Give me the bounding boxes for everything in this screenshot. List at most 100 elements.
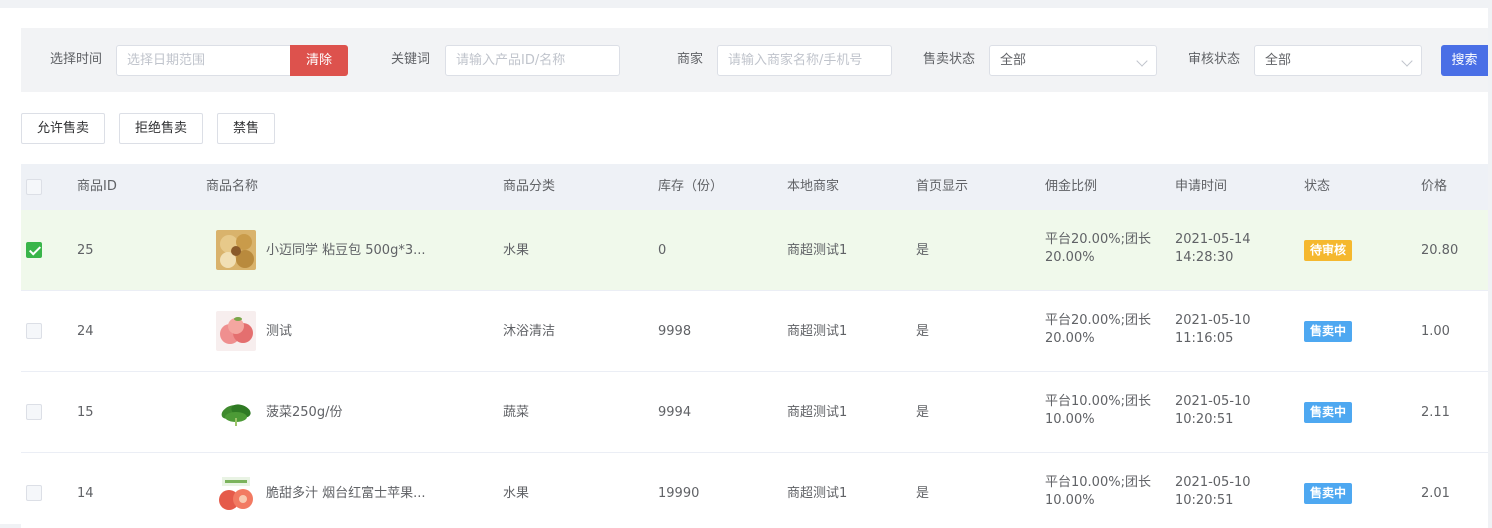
row-checkbox[interactable] <box>26 323 42 339</box>
product-merchant: 商超测试1 <box>787 405 848 420</box>
time-label: 选择时间 <box>50 52 103 67</box>
filter-bar: 选择时间 选择日期范围 清除 关键词 请输入产品ID/名称 商家 请输入商家名称… <box>21 28 1488 92</box>
product-name[interactable]: 测试 <box>266 291 292 372</box>
sale-status-select[interactable]: 全部 <box>989 45 1157 76</box>
col-name: 商品名称 <box>206 179 259 194</box>
commission-line-1: 平台20.00%;团长 <box>1045 313 1151 328</box>
apply-time: 10:20:51 <box>1175 493 1234 508</box>
product-id: 25 <box>77 243 94 258</box>
product-merchant: 商超测试1 <box>787 243 848 258</box>
product-price: 20.80 <box>1421 243 1459 258</box>
commission-line-1: 平台10.00%;团长 <box>1045 475 1151 490</box>
product-price: 1.00 <box>1421 324 1450 339</box>
product-apply-time: 2021-05-10 10:20:51 <box>1175 474 1251 510</box>
product-apply-time: 2021-05-10 11:16:05 <box>1175 312 1251 348</box>
product-name[interactable]: 小迈同学 粘豆包 500g*3... <box>266 210 426 291</box>
apply-date: 2021-05-10 <box>1175 475 1251 490</box>
status-badge: 售卖中 <box>1304 483 1353 504</box>
audit-status-label: 审核状态 <box>1188 52 1241 67</box>
table-header: 商品ID 商品名称 商品分类 库存（份） 本地商家 首页显示 佣金比例 申请时间… <box>21 164 1488 210</box>
table-row[interactable]: 14 脆甜多汁 烟台红富士苹果... 水果 19990 商超测试1 是 平台10… <box>21 453 1488 528</box>
col-merchant: 本地商家 <box>787 179 840 194</box>
content-panel: 选择时间 选择日期范围 清除 关键词 请输入产品ID/名称 商家 请输入商家名称… <box>0 8 1488 528</box>
date-range-input[interactable]: 选择日期范围 <box>116 45 291 76</box>
status-badge: 售卖中 <box>1304 402 1353 423</box>
commission-line-2: 10.00% <box>1045 412 1095 427</box>
product-category: 沐浴清洁 <box>503 324 556 339</box>
product-commission: 平台20.00%;团长 20.00% <box>1045 231 1151 267</box>
apply-time: 10:20:51 <box>1175 412 1234 427</box>
apple-box-icon <box>216 473 256 513</box>
peach-icon <box>216 311 256 351</box>
sale-status-value: 全部 <box>1000 53 1027 68</box>
col-category: 商品分类 <box>503 179 556 194</box>
product-price: 2.01 <box>1421 486 1450 501</box>
table-row[interactable]: 25 小迈同学 粘豆包 500g*3... 水果 0 商超测试1 是 平台20.… <box>21 210 1488 291</box>
col-price: 价格 <box>1421 179 1448 194</box>
commission-line-2: 20.00% <box>1045 331 1095 346</box>
row-checkbox[interactable] <box>26 485 42 501</box>
product-id: 14 <box>77 486 94 501</box>
col-commission: 佣金比例 <box>1045 179 1098 194</box>
keyword-input[interactable]: 请输入产品ID/名称 <box>445 45 620 76</box>
col-stock: 库存（份） <box>658 179 724 194</box>
product-apply-time: 2021-05-10 10:20:51 <box>1175 393 1251 429</box>
commission-line-1: 平台20.00%;团长 <box>1045 232 1151 247</box>
product-commission: 平台10.00%;团长 10.00% <box>1045 393 1151 429</box>
status-badge: 待审核 <box>1304 240 1353 261</box>
chevron-down-icon <box>1401 55 1413 67</box>
product-id: 15 <box>77 405 94 420</box>
apply-time: 14:28:30 <box>1175 250 1234 265</box>
table-row[interactable]: 24 测试 沐浴清洁 9998 商超测试1 是 平台20.00%;团长 20.0… <box>21 291 1488 372</box>
product-category: 水果 <box>503 486 530 501</box>
product-home: 是 <box>916 324 930 339</box>
product-category: 水果 <box>503 243 530 258</box>
commission-line-2: 20.00% <box>1045 250 1095 265</box>
select-all-checkbox[interactable] <box>26 179 42 195</box>
product-name[interactable]: 脆甜多汁 烟台红富士苹果... <box>266 453 426 528</box>
reject-sale-button[interactable]: 拒绝售卖 <box>119 113 203 144</box>
product-stock: 0 <box>658 243 667 258</box>
col-status: 状态 <box>1304 179 1331 194</box>
product-category: 蔬菜 <box>503 405 530 420</box>
sale-status-label: 售卖状态 <box>923 52 976 67</box>
product-apply-time: 2021-05-14 14:28:30 <box>1175 231 1251 267</box>
row-checkbox[interactable] <box>26 404 42 420</box>
apply-time: 11:16:05 <box>1175 331 1234 346</box>
commission-line-1: 平台10.00%;团长 <box>1045 394 1151 409</box>
product-home: 是 <box>916 486 930 501</box>
product-merchant: 商超测试1 <box>787 324 848 339</box>
audit-status-select[interactable]: 全部 <box>1254 45 1422 76</box>
search-button[interactable]: 搜索 <box>1441 45 1488 76</box>
clear-button[interactable]: 清除 <box>290 45 348 76</box>
row-checkbox[interactable] <box>26 242 42 258</box>
merchant-label: 商家 <box>677 52 704 67</box>
merchant-input[interactable]: 请输入商家名称/手机号 <box>717 45 892 76</box>
product-price: 2.11 <box>1421 405 1450 420</box>
product-stock: 19990 <box>658 486 700 501</box>
spinach-icon <box>216 392 256 432</box>
col-id: 商品ID <box>77 179 117 194</box>
chevron-down-icon <box>1136 55 1148 67</box>
product-table: 商品ID 商品名称 商品分类 库存（份） 本地商家 首页显示 佣金比例 申请时间… <box>21 164 1488 528</box>
product-commission: 平台20.00%;团长 20.00% <box>1045 312 1151 348</box>
product-stock: 9998 <box>658 324 692 339</box>
product-name[interactable]: 菠菜250g/份 <box>266 372 342 453</box>
product-merchant: 商超测试1 <box>787 486 848 501</box>
apply-date: 2021-05-10 <box>1175 394 1251 409</box>
product-home: 是 <box>916 243 930 258</box>
audit-status-value: 全部 <box>1265 53 1292 68</box>
status-badge: 售卖中 <box>1304 321 1353 342</box>
commission-line-2: 10.00% <box>1045 493 1095 508</box>
product-stock: 9994 <box>658 405 692 420</box>
bread-icon <box>216 230 256 270</box>
ban-sale-button[interactable]: 禁售 <box>217 113 275 144</box>
apply-date: 2021-05-10 <box>1175 313 1251 328</box>
col-apply-time: 申请时间 <box>1175 179 1228 194</box>
table-row[interactable]: 15 菠菜250g/份 蔬菜 9994 商超测试1 是 平台10.00%;团长 … <box>21 372 1488 453</box>
col-home: 首页显示 <box>916 179 969 194</box>
product-home: 是 <box>916 405 930 420</box>
product-id: 24 <box>77 324 94 339</box>
keyword-label: 关键词 <box>391 52 431 67</box>
allow-sale-button[interactable]: 允许售卖 <box>21 113 105 144</box>
